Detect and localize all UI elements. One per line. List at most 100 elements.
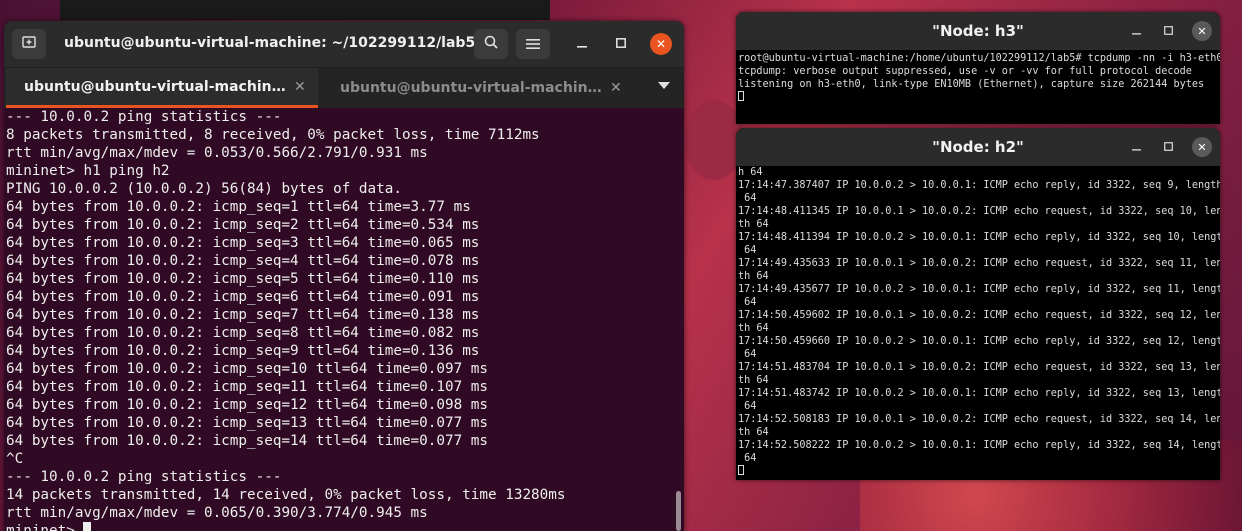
terminal-line: 64 bytes from 10.0.0.2: icmp_seq=2 ttl=6… — [6, 217, 480, 233]
menu-button[interactable] — [516, 29, 550, 59]
window-title: "Node: h2" — [932, 138, 1024, 156]
terminal-line: 64 — [738, 401, 757, 412]
tab-terminal-2[interactable]: ubuntu@ubuntu-virtual-machine:... ✕ — [322, 68, 634, 108]
maximize-icon — [616, 37, 626, 52]
terminal-line: 17:14:52.508222 IP 10.0.0.2 > 10.0.0.1: … — [738, 440, 1220, 451]
minimize-icon — [577, 37, 587, 52]
terminal-line: 64 bytes from 10.0.0.2: icmp_seq=14 ttl=… — [6, 433, 489, 449]
terminal-header-bar[interactable]: ubuntu@ubuntu-virtual-machine: ~/1022991… — [4, 21, 684, 68]
terminal-line: 64 bytes from 10.0.0.2: icmp_seq=12 ttl=… — [6, 397, 489, 413]
terminal-line: 17:14:49.435633 IP 10.0.0.1 > 10.0.0.2: … — [738, 258, 1220, 269]
shell-prompt: mininet> — [6, 523, 84, 531]
terminal-line: mininet> h1 ping h2 — [6, 163, 170, 179]
terminal-line: 64 bytes from 10.0.0.2: icmp_seq=10 ttl=… — [6, 361, 489, 377]
maximize-button[interactable] — [1158, 21, 1178, 41]
new-tab-button[interactable] — [12, 29, 46, 59]
terminal-line: ^C — [6, 451, 24, 467]
prompt-line — [738, 465, 1220, 478]
window-title: ubuntu@ubuntu-virtual-machine: ~/1022991… — [64, 35, 476, 51]
terminal-line: th 64 — [738, 375, 769, 386]
terminal-line: 64 bytes from 10.0.0.2: icmp_seq=3 ttl=6… — [6, 235, 480, 251]
close-icon: ✕ — [1197, 140, 1207, 154]
maximize-icon — [1163, 24, 1173, 38]
tab-terminal-1[interactable]: ubuntu@ubuntu-virtual-machine:... ✕ — [6, 68, 318, 108]
terminal-line: th 64 — [738, 323, 769, 334]
terminal-line: 64 — [738, 297, 757, 308]
terminal-line: 64 bytes from 10.0.0.2: icmp_seq=1 ttl=6… — [6, 199, 471, 215]
terminal-line: 64 bytes from 10.0.0.2: icmp_seq=8 ttl=6… — [6, 325, 480, 341]
prompt-line — [738, 91, 1220, 104]
terminal-line: 64 — [738, 193, 757, 204]
minimize-icon — [1131, 140, 1141, 154]
terminal-line: th 64 — [738, 427, 769, 438]
background-window-edge — [60, 0, 550, 20]
scrollbar-thumb[interactable] — [676, 491, 681, 531]
terminal-line: 17:14:48.411345 IP 10.0.0.1 > 10.0.0.2: … — [738, 206, 1220, 217]
terminal-line: 17:14:52.508183 IP 10.0.0.1 > 10.0.0.2: … — [738, 414, 1220, 425]
close-icon: ✕ — [1197, 24, 1207, 38]
prompt-line[interactable]: mininet> — [6, 522, 674, 531]
maximize-button[interactable] — [1158, 137, 1178, 157]
wallpaper-shape — [684, 100, 744, 180]
maximize-icon — [1163, 140, 1173, 154]
terminal-line: h 64 — [738, 167, 763, 178]
close-button[interactable]: ✕ — [650, 33, 672, 55]
tab-label: ubuntu@ubuntu-virtual-machine:... — [340, 80, 602, 96]
terminal-line: 64 — [738, 245, 757, 256]
tab-label: ubuntu@ubuntu-virtual-machine:... — [24, 78, 286, 95]
terminal-line: --- 10.0.0.2 ping statistics --- — [6, 469, 282, 485]
terminal-line: 17:14:51.483742 IP 10.0.0.2 > 10.0.0.1: … — [738, 388, 1220, 399]
minimize-button[interactable] — [1126, 21, 1146, 41]
terminal-line: th 64 — [738, 271, 769, 282]
terminal-line: th 64 — [738, 219, 769, 230]
terminal-window[interactable]: ubuntu@ubuntu-virtual-machine: ~/1022991… — [4, 21, 684, 531]
terminal-line: 14 packets transmitted, 14 received, 0% … — [6, 487, 566, 503]
terminal-line: tcpdump: verbose output suppressed, use … — [738, 66, 1192, 77]
terminal-line: 64 — [738, 453, 757, 464]
window-title: "Node: h3" — [932, 22, 1024, 40]
xterm-header-h2[interactable]: "Node: h2" ✕ — [736, 128, 1220, 166]
terminal-line: rtt min/avg/max/mdev = 0.065/0.390/3.774… — [6, 505, 428, 521]
xterm-window-h3[interactable]: "Node: h3" ✕ root@ubuntu-virtual-machine… — [736, 12, 1220, 124]
terminal-line: 8 packets transmitted, 8 received, 0% pa… — [6, 127, 540, 143]
minimize-button[interactable] — [1126, 137, 1146, 157]
terminal-line: rtt min/avg/max/mdev = 0.053/0.566/2.791… — [6, 145, 428, 161]
tab-close-icon[interactable]: ✕ — [294, 79, 306, 95]
minimize-button[interactable] — [571, 33, 593, 55]
terminal-output[interactable]: --- 10.0.0.2 ping statistics --- 8 packe… — [4, 108, 674, 531]
terminal-line: 17:14:49.435677 IP 10.0.0.2 > 10.0.0.1: … — [738, 284, 1220, 295]
terminal-line: 64 bytes from 10.0.0.2: icmp_seq=9 ttl=6… — [6, 343, 480, 359]
text-cursor — [738, 91, 744, 101]
xterm-output-h2[interactable]: h 64 17:14:47.387407 IP 10.0.0.2 > 10.0.… — [736, 166, 1220, 480]
terminal-line: 64 bytes from 10.0.0.2: icmp_seq=5 ttl=6… — [6, 271, 480, 287]
tab-bar: ubuntu@ubuntu-virtual-machine:... ✕ ubun… — [4, 68, 684, 108]
terminal-line: 64 bytes from 10.0.0.2: icmp_seq=6 ttl=6… — [6, 289, 480, 305]
tab-close-icon[interactable]: ✕ — [610, 80, 622, 96]
terminal-line: 17:14:47.387407 IP 10.0.0.2 > 10.0.0.1: … — [738, 180, 1220, 191]
hamburger-menu-icon — [526, 35, 540, 54]
terminal-line: 64 — [738, 349, 757, 360]
close-icon: ✕ — [655, 37, 667, 51]
text-cursor — [738, 465, 744, 475]
xterm-header-h3[interactable]: "Node: h3" ✕ — [736, 12, 1220, 50]
terminal-line: --- 10.0.0.2 ping statistics --- — [6, 109, 282, 125]
minimize-icon — [1131, 24, 1141, 38]
terminal-line: 17:14:50.459660 IP 10.0.0.2 > 10.0.0.1: … — [738, 336, 1220, 347]
terminal-line: 64 bytes from 10.0.0.2: icmp_seq=13 ttl=… — [6, 415, 489, 431]
terminal-line: 64 bytes from 10.0.0.2: icmp_seq=4 ttl=6… — [6, 253, 480, 269]
terminal-line: root@ubuntu-virtual-machine:/home/ubuntu… — [738, 53, 1220, 64]
close-button[interactable]: ✕ — [1192, 137, 1212, 157]
chevron-down-icon[interactable] — [658, 82, 670, 89]
terminal-line: PING 10.0.0.2 (10.0.0.2) 56(84) bytes of… — [6, 181, 402, 197]
xterm-window-h2[interactable]: "Node: h2" ✕ h 64 17:14:47.387407 IP 10.… — [736, 128, 1220, 480]
search-button[interactable] — [474, 29, 508, 59]
terminal-line: 64 bytes from 10.0.0.2: icmp_seq=7 ttl=6… — [6, 307, 480, 323]
xterm-output-h3[interactable]: root@ubuntu-virtual-machine:/home/ubuntu… — [736, 52, 1220, 124]
search-icon — [483, 34, 499, 54]
terminal-line: listening on h3-eth0, link-type EN10MB (… — [738, 79, 1205, 90]
terminal-line: 17:14:50.459602 IP 10.0.0.1 > 10.0.0.2: … — [738, 310, 1220, 321]
close-button[interactable]: ✕ — [1192, 21, 1212, 41]
terminal-line: 17:14:51.483704 IP 10.0.0.1 > 10.0.0.2: … — [738, 362, 1220, 373]
maximize-button[interactable] — [610, 33, 632, 55]
text-cursor — [83, 522, 92, 531]
